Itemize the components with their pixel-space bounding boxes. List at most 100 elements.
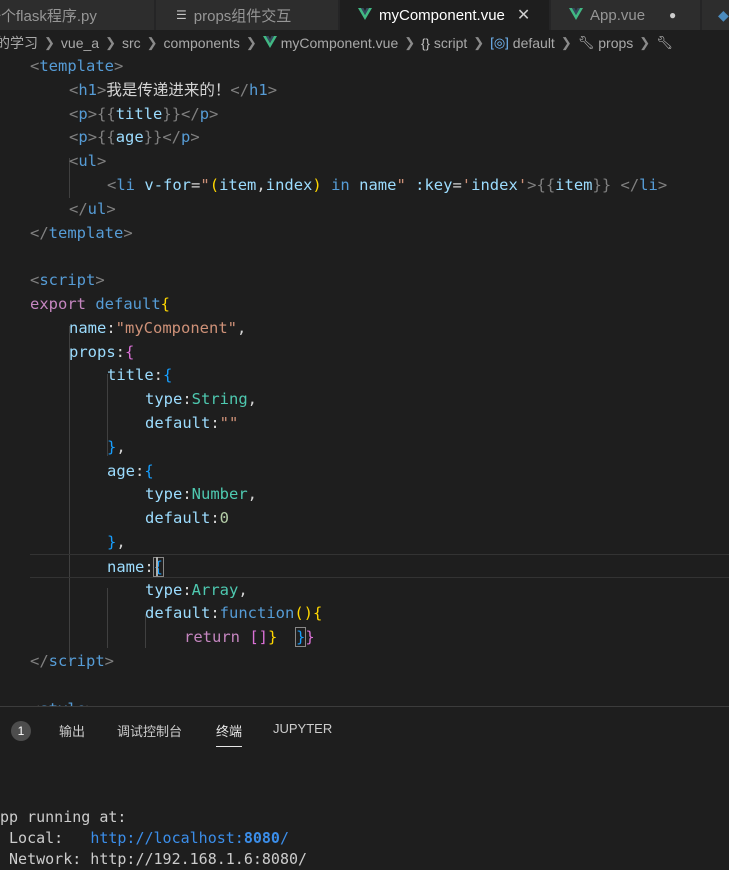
tab-mycomponent-vue[interactable]: myComponent.vue ✕ — [340, 0, 550, 30]
code-line[interactable]: title:{ — [107, 363, 172, 387]
code-line[interactable]: <script> — [30, 268, 105, 292]
code-line[interactable]: type:Number, — [145, 482, 257, 506]
breadcrumb-item[interactable]: 的学习 — [0, 33, 38, 53]
code-token: > — [267, 80, 278, 99]
tab-props-interaction[interactable]: ☰ props组件交互 — [156, 0, 339, 30]
code-token: " — [396, 176, 406, 194]
code-token: </ — [30, 223, 49, 242]
code-line[interactable]: return []} }} — [184, 625, 315, 649]
breadcrumb-item[interactable]: components — [164, 35, 240, 51]
breadcrumb-item[interactable]: props — [598, 35, 633, 51]
chevron-right-icon: ❯ — [639, 35, 651, 50]
code-line[interactable]: default:"" — [145, 411, 238, 435]
wrench-icon: 🔧︎ — [656, 35, 673, 50]
code-token: return — [184, 628, 240, 647]
tab-flask-py[interactable]: 一个flask程序.py — [0, 0, 155, 30]
code-line[interactable]: name:{ — [30, 553, 729, 578]
code-line[interactable]: <ul> — [69, 149, 106, 173]
code-token: : — [210, 414, 220, 432]
code-line[interactable]: age:{ — [107, 459, 154, 483]
breadcrumb-item[interactable]: default — [513, 35, 555, 51]
breadcrumb-item[interactable]: src — [122, 35, 141, 51]
code-line[interactable]: <p>{{age}}</p> — [69, 125, 200, 149]
code-token: > — [190, 128, 200, 147]
code-line[interactable]: </ul> — [69, 197, 116, 221]
code-line[interactable]: }, — [107, 435, 126, 459]
code-token: { — [160, 295, 171, 313]
code-line[interactable]: default:0 — [145, 506, 229, 530]
code-token: ul — [87, 199, 107, 218]
code-token: default — [145, 509, 211, 528]
tab-python-partial[interactable]: ◆ — [702, 0, 729, 30]
code-token: : — [182, 580, 192, 599]
code-line[interactable]: default:function(){ — [145, 601, 322, 625]
code-line[interactable]: <template> — [30, 56, 123, 78]
code-token: Number — [191, 485, 248, 504]
code-line[interactable]: }, — [107, 530, 126, 554]
code-token: >{{ — [527, 176, 556, 194]
braces-icon: {} — [421, 35, 430, 51]
code-editor[interactable]: <template> <h1>我是传递进来的！</h1> <p>{{title}}<… — [0, 56, 729, 706]
terminal-output[interactable]: pp running at: Local: http://localhost:8… — [0, 807, 307, 870]
code-line[interactable]: </template> — [30, 221, 133, 245]
code-line[interactable]: type:String, — [145, 387, 257, 411]
code-token: 我是传递进来的！ — [106, 80, 231, 99]
code-token: > — [106, 199, 116, 218]
code-token: " — [200, 176, 210, 194]
code-token: < — [69, 128, 79, 147]
breadcrumb-item[interactable]: script — [434, 35, 467, 51]
code-token: < — [30, 57, 40, 75]
breadcrumb-item[interactable]: vue_a — [61, 35, 99, 51]
code-token: > — [123, 223, 133, 242]
code-token: "" — [219, 414, 239, 432]
code-token: < — [69, 80, 79, 99]
chevron-right-icon: ❯ — [105, 35, 116, 50]
editor-tab-bar: 一个flask程序.py ☰ props组件交互 myComponent.vue… — [0, 0, 729, 30]
tab-label: App.vue — [590, 6, 646, 24]
code-token: { — [163, 366, 173, 385]
code-token: h1 — [249, 80, 268, 99]
code-token: () — [294, 604, 313, 623]
code-token: : — [210, 604, 220, 623]
code-token: v-for — [144, 176, 192, 194]
tab-app-vue[interactable]: App.vue ● — [551, 0, 701, 30]
code-line[interactable]: <p>{{title}}</p> — [69, 102, 218, 126]
code-line[interactable]: name:"myComponent", — [69, 316, 246, 340]
lines-icon: ☰ — [176, 8, 187, 22]
code-token: </ — [620, 176, 640, 194]
code-line[interactable]: <h1>我是传递进来的！</h1> — [69, 78, 277, 102]
code-line[interactable]: <li v-for="(item,index) in name" :key='i… — [107, 173, 667, 197]
code-token: p — [78, 104, 88, 123]
modified-dot-icon[interactable]: ● — [669, 8, 676, 22]
code-token: p — [78, 128, 88, 147]
code-line[interactable]: </script> — [30, 649, 114, 673]
code-line[interactable]: props:{ — [69, 340, 134, 364]
local-url-link[interactable]: http://localhost:8080/ — [90, 829, 289, 847]
code-token: h1 — [78, 80, 98, 99]
code-token: < — [69, 152, 79, 171]
code-line[interactable]: type:Array, — [145, 578, 248, 602]
code-token: item — [219, 176, 257, 194]
code-token: li — [639, 176, 658, 194]
code-token: { — [144, 461, 154, 480]
tab-jupyter[interactable]: JUPYTER — [273, 721, 332, 736]
problems-count-badge[interactable]: 1 — [11, 721, 31, 741]
code-token: }} — [592, 176, 612, 194]
code-line[interactable]: <style> — [30, 697, 95, 706]
code-line[interactable]: export default{ — [30, 292, 170, 316]
code-token: > — [95, 271, 105, 290]
code-token: function — [219, 604, 295, 623]
tab-label: myComponent.vue — [379, 6, 505, 24]
bottom-panel: 1 输出 调试控制台 终端 JUPYTER pp running at: Loc… — [0, 706, 729, 868]
code-token: ) — [312, 176, 322, 194]
tab-terminal[interactable]: 终端 — [216, 721, 243, 747]
breadcrumb-item[interactable]: myComponent.vue — [281, 35, 399, 51]
close-icon[interactable]: ✕ — [517, 5, 530, 25]
tab-debug-console[interactable]: 调试控制台 — [117, 721, 182, 740]
terminal-line: pp running at: — [0, 808, 127, 826]
code-token: >{{ — [87, 128, 116, 147]
tab-output[interactable]: 输出 — [59, 721, 85, 740]
